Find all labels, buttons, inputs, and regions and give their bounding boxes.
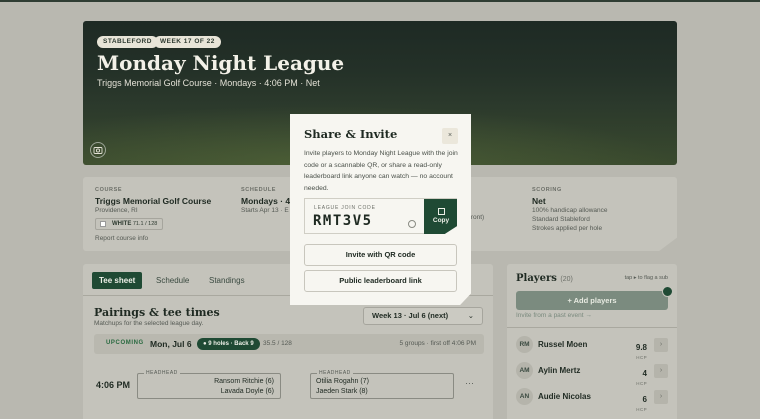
scoring-line: Strokes applied per hole	[532, 225, 603, 232]
player-hcp: 9.8 HCP	[636, 337, 647, 360]
players-panel: Players (20) tap ▸ to flag a sub + Add p…	[507, 264, 677, 419]
hcp-value: 6	[642, 395, 647, 404]
day-status: UPCOMING	[106, 340, 144, 346]
match-side-left[interactable]: HEADHEAD Ransom Ritchie (6) Lavada Doyle…	[137, 370, 281, 399]
hcp-value: 9.8	[635, 343, 647, 352]
flag-sub-icon[interactable]: ›	[654, 338, 668, 352]
tee-rating: 71.1 / 128	[132, 221, 158, 227]
share-invite-modal: Share & Invite × Invite players to Monda…	[290, 114, 471, 305]
match-label: HEADHEAD	[144, 370, 180, 376]
flag-sub-icon[interactable]: ›	[654, 364, 668, 378]
week-tag: WEEK 17 OF 22	[154, 36, 221, 48]
join-code-label: LEAGUE JOIN CODE	[314, 205, 376, 211]
report-course-link[interactable]: Report course info	[95, 234, 148, 244]
player-slot: Jaeden Stark (8)	[316, 388, 368, 395]
tee-name: WHITE	[112, 221, 132, 227]
course-label: COURSE	[95, 187, 123, 193]
top-border	[0, 0, 760, 2]
sub-hint: tap ▸ to flag a sub	[624, 275, 668, 281]
player-name: Aylin Mertz	[538, 366, 581, 375]
hcp-value: 4	[642, 369, 647, 378]
schedule-sub: Starts Apr 13 · E	[241, 207, 289, 214]
course-location: Providence, RI	[95, 207, 138, 214]
lock-icon[interactable]	[662, 286, 673, 297]
holes-badge: ● 9 holes · Back 9	[197, 338, 260, 350]
more-options-icon[interactable]: ···	[465, 378, 474, 388]
join-code[interactable]: RMT3V5	[313, 213, 373, 229]
day-rating: 35.5 / 128	[263, 340, 292, 347]
match-side-right[interactable]: HEADHEAD Otilia Rogahn (7) Jaeden Stark …	[310, 370, 454, 399]
player-row[interactable]: RM Russel Moen 9.8 HCP ›	[507, 332, 677, 360]
players-title-text: Players	[516, 273, 557, 284]
copy-icon	[437, 208, 445, 215]
pairings-title: Pairings & tee times	[94, 306, 220, 319]
format-tag: STABLEFORD	[97, 36, 158, 48]
holes-badge-text: 9 holes · Back 9	[208, 341, 254, 347]
copy-label: Copy	[432, 217, 450, 224]
pairings-subtitle: Matchups for the selected league day.	[94, 320, 204, 327]
tee-time: 4:06 PM	[96, 380, 131, 390]
invite-qr-button[interactable]: Invite with QR code	[304, 244, 457, 266]
scoring-label: SCORING	[532, 187, 562, 193]
leaderboard-link-button[interactable]: Public leaderboard link	[304, 270, 457, 292]
week-select[interactable]: Week 13 · Jul 6 (next) ⌄	[363, 307, 483, 325]
invite-past-event-link[interactable]: Invite from a past event →	[516, 312, 592, 319]
tab-standings[interactable]: Standings	[202, 272, 252, 289]
schedule-value: Mondays · 4:	[241, 196, 293, 206]
players-divider	[507, 327, 677, 328]
avatar: AM	[516, 362, 533, 379]
player-hcp: 6 HCP	[636, 389, 647, 412]
player-slot: Lavada Doyle (6)	[220, 388, 274, 395]
join-code-box: LEAGUE JOIN CODE RMT3V5 Copy	[304, 198, 457, 234]
chevron-down-icon: ⌄	[467, 311, 474, 320]
tee-config-partial: front)	[469, 214, 485, 221]
players-title: Players (20)	[516, 273, 573, 284]
player-row[interactable]: AN Audie Nicolas 6 HCP ›	[507, 384, 677, 412]
modal-title: Share & Invite	[304, 127, 398, 141]
player-slot: Otilia Rogahn (7)	[316, 378, 369, 385]
player-slot: Ransom Ritchie (6)	[214, 378, 274, 385]
player-name: Russel Moen	[538, 340, 588, 349]
hcp-unit: HCP	[636, 407, 647, 412]
week-select-value: Week 13 · Jul 6 (next)	[372, 311, 449, 320]
course-name: Triggs Memorial Golf Course	[95, 196, 212, 206]
player-row[interactable]: AM Aylin Mertz 4 HCP ›	[507, 358, 677, 386]
modal-description: Invite players to Monday Night League wi…	[304, 150, 458, 193]
tab-schedule[interactable]: Schedule	[149, 272, 196, 289]
page-title: Monday Night League	[97, 51, 345, 75]
player-hcp: 4 HCP	[636, 363, 647, 386]
tee-color-swatch	[100, 221, 106, 227]
league-day-row[interactable]: UPCOMING Mon, Jul 6 ● 9 holes · Back 9 3…	[94, 334, 484, 354]
copy-button[interactable]: Copy	[424, 199, 457, 234]
groups-summary: 5 groups · first off 4:06 PM	[399, 340, 476, 347]
players-count: (20)	[560, 276, 573, 283]
tab-tee-sheet[interactable]: Tee sheet	[92, 272, 143, 289]
tee-badge: WHITE 71.1 / 128	[95, 218, 163, 230]
day-date: Mon, Jul 6	[150, 339, 192, 349]
flag-sub-icon[interactable]: ›	[654, 390, 668, 404]
match-label: HEADHEAD	[317, 370, 353, 376]
camera-icon[interactable]	[90, 142, 106, 158]
scoring-value: Net	[532, 196, 546, 206]
refresh-icon[interactable]	[408, 220, 416, 228]
player-name: Audie Nicolas	[538, 392, 591, 401]
close-icon[interactable]: ×	[442, 128, 458, 144]
league-subtitle: Triggs Memorial Golf Course · Mondays · …	[97, 78, 320, 88]
add-players-button[interactable]: + Add players	[516, 291, 668, 310]
schedule-label: SCHEDULE	[241, 187, 277, 193]
avatar: AN	[516, 388, 533, 405]
avatar: RM	[516, 336, 533, 353]
